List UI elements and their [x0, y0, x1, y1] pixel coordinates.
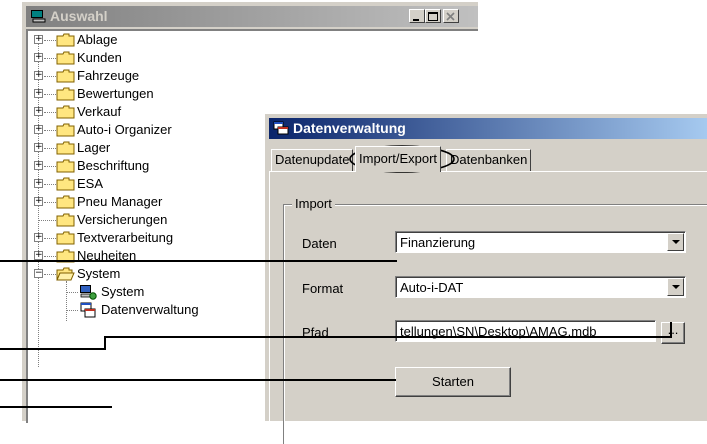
daten-label: Daten	[302, 236, 337, 251]
tab-label: Datenupdate	[275, 152, 350, 167]
tab-label: Datenbanken	[450, 152, 528, 167]
folder-icon	[56, 69, 75, 83]
callout-line-pfad-vertical	[670, 322, 672, 338]
database-table-icon	[273, 121, 289, 135]
computer-icon	[31, 10, 46, 23]
expand-icon[interactable]: +	[34, 35, 43, 44]
datenverwaltung-window: Datenverwaltung Datenupdate Import/Expor…	[265, 114, 707, 444]
close-icon	[446, 12, 455, 21]
expand-icon[interactable]: +	[34, 233, 43, 242]
open-folder-icon	[56, 267, 75, 281]
folder-icon	[56, 51, 75, 65]
folder-icon	[56, 231, 75, 245]
tree-item-label: ESA	[77, 176, 104, 191]
auswahl-title: Auswahl	[50, 8, 108, 24]
maximize-icon	[428, 12, 438, 21]
minimize-icon	[413, 19, 419, 21]
tab-datenupdate[interactable]: Datenupdate	[271, 149, 354, 171]
callout-line-pfad	[104, 336, 672, 338]
folder-icon	[56, 123, 75, 137]
expand-icon[interactable]: +	[34, 71, 43, 80]
tree-item-label: Bewertungen	[77, 86, 154, 101]
callout-line-system-vertical	[104, 336, 106, 350]
folder-icon	[56, 141, 75, 155]
import-group-title: Import	[292, 196, 335, 211]
format-label: Format	[302, 281, 344, 296]
tree-item-label: Auto-i Organizer	[77, 122, 172, 137]
expand-icon[interactable]: +	[34, 179, 43, 188]
expand-icon[interactable]: +	[34, 251, 43, 260]
tab-datenbanken[interactable]: Datenbanken	[446, 149, 532, 171]
callout-line-system-item	[0, 379, 140, 381]
maximize-button[interactable]	[425, 9, 441, 23]
expand-icon[interactable]: +	[34, 197, 43, 206]
minimize-button[interactable]	[409, 9, 425, 23]
tree-item-label: Datenverwaltung	[101, 302, 199, 317]
tree-item-label: System	[101, 284, 145, 299]
tree-item-label: Versicherungen	[77, 212, 168, 227]
datenverwaltung-title: Datenverwaltung	[293, 120, 406, 136]
callout-line-system	[0, 348, 106, 350]
folder-icon	[56, 33, 75, 47]
system-icon	[80, 285, 97, 300]
folder-icon	[56, 177, 75, 191]
callout-line-datenverwaltung	[0, 406, 112, 408]
expand-icon[interactable]: +	[34, 161, 43, 170]
tree-item-label: Kunden	[77, 50, 122, 65]
expand-icon[interactable]: +	[34, 107, 43, 116]
auswahl-titlebar[interactable]: Auswahl	[26, 6, 478, 27]
tree-item-label: Textverarbeitung	[77, 230, 174, 245]
dropdown-arrow-icon[interactable]	[667, 278, 684, 296]
expand-icon[interactable]: +	[34, 89, 43, 98]
datenverwaltung-titlebar[interactable]: Datenverwaltung	[269, 118, 707, 139]
expand-icon[interactable]: +	[34, 125, 43, 134]
tree-item-label: Lager	[77, 140, 111, 155]
daten-select[interactable]: Finanzierung	[395, 231, 686, 253]
tree-item-label: Ablage	[77, 32, 118, 47]
close-button[interactable]	[443, 9, 459, 23]
tree-item-label: Pneu Manager	[77, 194, 163, 209]
collapse-icon[interactable]: −	[34, 269, 43, 278]
folder-icon	[56, 213, 75, 227]
expand-icon[interactable]: +	[34, 53, 43, 62]
browse-button[interactable]: ...	[661, 322, 685, 344]
tree-item-label: Fahrzeuge	[77, 68, 140, 83]
starten-button[interactable]: Starten	[395, 367, 511, 397]
database-table-icon	[80, 302, 96, 318]
pfad-input[interactable]: tellungen\SN\Desktop\AMAG.mdb	[395, 320, 656, 342]
tree-item-label: Verkauf	[77, 104, 122, 119]
expand-icon[interactable]: +	[34, 143, 43, 152]
tree-item-label: System	[77, 266, 121, 281]
dropdown-arrow-icon[interactable]	[667, 233, 684, 251]
folder-icon	[56, 159, 75, 173]
tree-item-label: Beschriftung	[77, 158, 150, 173]
folder-icon	[56, 195, 75, 209]
tab-import-export[interactable]: Import/Export	[355, 146, 442, 172]
callout-line-daten	[0, 260, 397, 262]
folder-icon	[56, 105, 75, 119]
tab-label: Import/Export	[359, 151, 438, 166]
daten-value: Finanzierung	[400, 235, 476, 250]
format-value: Auto-i-DAT	[400, 280, 464, 295]
callout-line-starten	[138, 379, 396, 381]
folder-icon	[56, 87, 75, 101]
starten-label: Starten	[432, 374, 474, 389]
format-select[interactable]: Auto-i-DAT	[395, 276, 686, 298]
